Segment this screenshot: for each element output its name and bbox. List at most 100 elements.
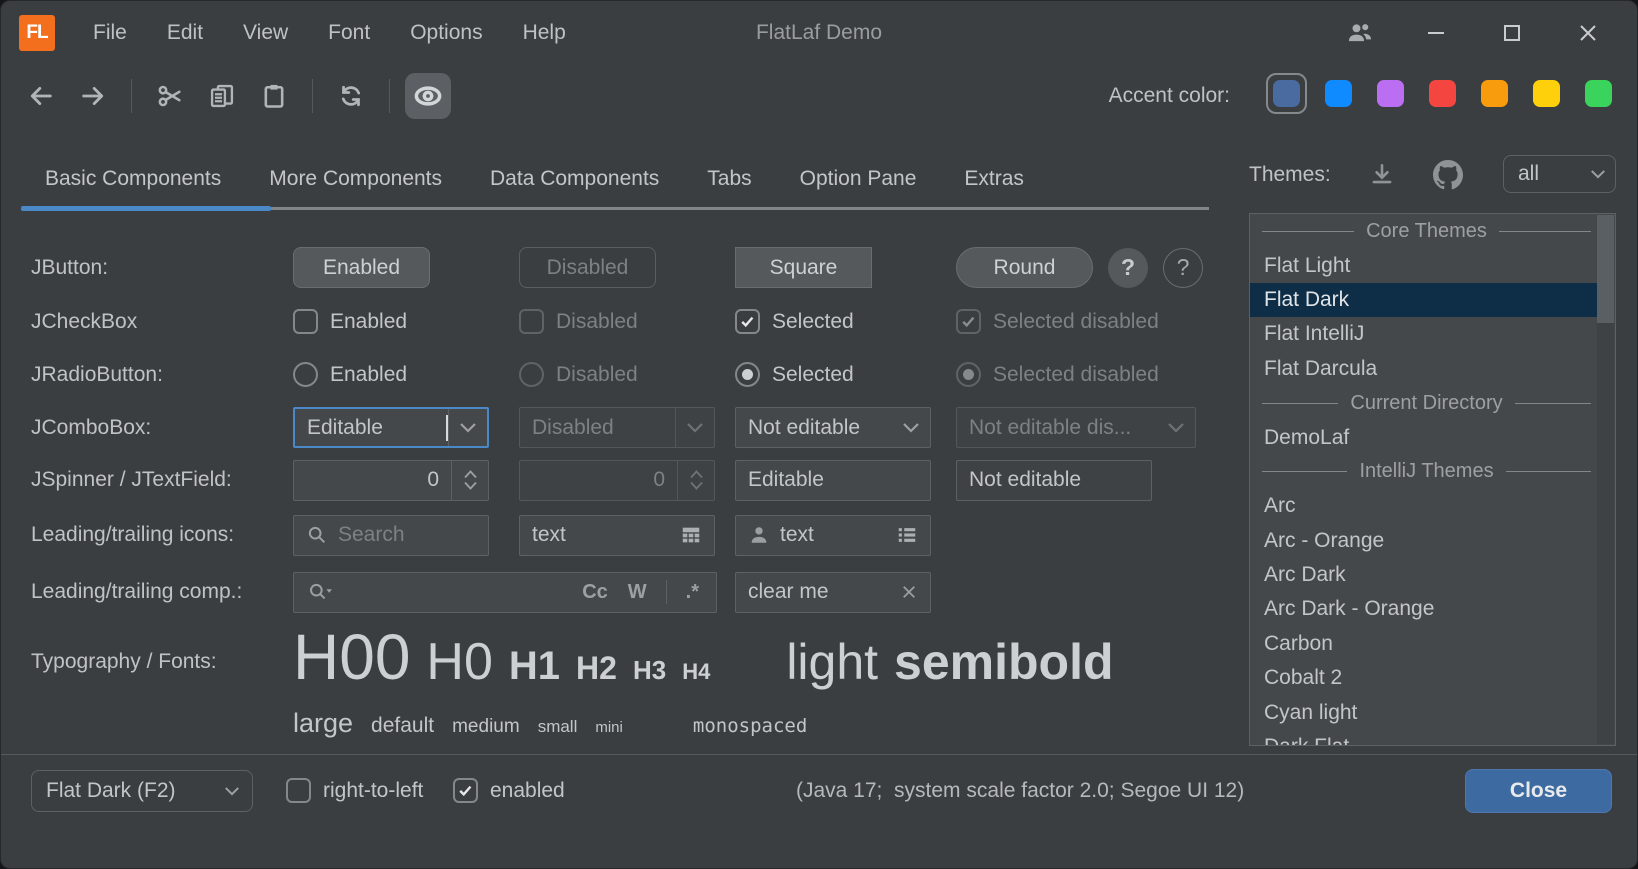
themes-scrollbar[interactable]	[1597, 215, 1614, 744]
download-icon[interactable]	[1369, 162, 1395, 188]
regex-button[interactable]: .*	[681, 581, 704, 604]
tab-option-pane[interactable]: Option Pane	[776, 151, 941, 207]
combobox-editable[interactable]: Editable	[293, 407, 489, 448]
copy-icon[interactable]	[199, 73, 245, 119]
radio-circle	[519, 362, 544, 387]
checkbox-box-checked[interactable]	[735, 309, 760, 334]
radio-selected[interactable]: Selected	[735, 362, 854, 387]
combobox-disabled: Disabled	[519, 407, 715, 448]
checkbox-enabled[interactable]: Enabled	[293, 309, 407, 334]
textfield-value[interactable]: text	[532, 523, 670, 547]
jcheckbox-label: JCheckBox	[31, 310, 293, 334]
theme-item-arc-dark[interactable]: Arc Dark	[1250, 558, 1597, 592]
themes-filter-combo[interactable]: all	[1503, 155, 1616, 193]
forward-arrow-icon[interactable]	[70, 73, 116, 119]
spinner-value[interactable]: 0	[294, 468, 451, 492]
text-field-with-person-icon[interactable]: text	[735, 515, 931, 556]
search-field-with-options[interactable]: Cc W .*	[293, 572, 717, 613]
chevron-down-icon[interactable]	[449, 422, 487, 433]
match-case-button[interactable]: Cc	[577, 581, 613, 604]
accent-swatch-7[interactable]	[1585, 80, 1612, 107]
theme-item-flat-light[interactable]: Flat Light	[1250, 248, 1597, 282]
eye-toggle-button[interactable]	[405, 73, 451, 119]
tab-basic-components[interactable]: Basic Components	[21, 151, 245, 207]
minimize-button[interactable]	[1413, 10, 1459, 56]
help-button-filled[interactable]: ?	[1108, 248, 1148, 288]
list-icon[interactable]	[896, 524, 918, 546]
search-menu-icon[interactable]	[306, 581, 334, 603]
users-icon[interactable]	[1337, 10, 1383, 56]
tab-more-components[interactable]: More Components	[245, 151, 466, 207]
menu-options[interactable]: Options	[390, 1, 502, 65]
accent-swatch-2[interactable]	[1325, 80, 1352, 107]
clearable-field[interactable]: clear me	[735, 572, 931, 613]
close-window-button[interactable]	[1565, 10, 1611, 56]
github-icon[interactable]	[1433, 160, 1463, 190]
accent-swatch-4[interactable]	[1429, 80, 1456, 107]
theme-item-flat-intellij[interactable]: Flat IntelliJ	[1250, 317, 1597, 351]
radio-circle[interactable]	[293, 362, 318, 387]
theme-item-arc-dark-orange[interactable]: Arc Dark - Orange	[1250, 592, 1597, 626]
right-to-left-checkbox[interactable]: right-to-left	[286, 778, 423, 803]
textfield-value[interactable]: text	[780, 523, 886, 547]
paste-icon[interactable]	[251, 73, 297, 119]
theme-item-dark-flat[interactable]: Dark Flat	[1250, 730, 1597, 746]
text-field-with-table-icon[interactable]: text	[519, 515, 715, 556]
chevron-down-icon	[212, 786, 252, 796]
accent-swatch-5[interactable]	[1481, 80, 1508, 107]
accent-swatch-6[interactable]	[1533, 80, 1560, 107]
spinner-arrows[interactable]	[452, 470, 488, 490]
themes-scrollbar-thumb[interactable]	[1597, 215, 1614, 323]
help-button-outlined[interactable]: ?	[1163, 248, 1203, 288]
tab-extras[interactable]: Extras	[940, 151, 1048, 207]
theme-item-cyan-light[interactable]: Cyan light	[1250, 695, 1597, 729]
spinner-enabled[interactable]: 0	[293, 460, 489, 501]
tab-tabs[interactable]: Tabs	[683, 151, 775, 207]
theme-item-arc-orange[interactable]: Arc - Orange	[1250, 524, 1597, 558]
maximize-button[interactable]	[1489, 10, 1535, 56]
themes-list[interactable]: Core ThemesFlat LightFlat DarkFlat Intel…	[1249, 213, 1616, 746]
tab-data-components[interactable]: Data Components	[466, 151, 683, 207]
checkbox-box[interactable]	[293, 309, 318, 334]
look-and-feel-combo[interactable]: Flat Dark (F2)	[31, 770, 253, 812]
accent-swatch-1[interactable]	[1273, 80, 1300, 107]
screen: FL FileEditViewFontOptionsHelp FlatLaf D…	[0, 0, 1638, 869]
enabled-button[interactable]: Enabled	[293, 247, 430, 288]
theme-item-flat-darcula[interactable]: Flat Darcula	[1250, 352, 1597, 386]
checkbox-box-checked[interactable]	[453, 778, 478, 803]
textfield-editable[interactable]: Editable	[735, 460, 931, 501]
whole-word-button[interactable]: W	[623, 581, 652, 604]
theme-item-flat-dark[interactable]: Flat Dark	[1250, 283, 1597, 317]
menu-edit[interactable]: Edit	[147, 1, 223, 65]
chevron-down-icon[interactable]	[892, 422, 930, 433]
theme-group-separator-intellij-themes: IntelliJ Themes	[1250, 455, 1597, 489]
textfield-value[interactable]: clear me	[748, 580, 890, 604]
close-button[interactable]: Close	[1465, 769, 1612, 813]
back-arrow-icon[interactable]	[18, 73, 64, 119]
menu-help[interactable]: Help	[503, 1, 586, 65]
search-field[interactable]: Search	[293, 515, 489, 556]
clear-x-icon[interactable]	[900, 583, 918, 601]
checkbox-box-checked	[956, 309, 981, 334]
theme-item-arc[interactable]: Arc	[1250, 489, 1597, 523]
cut-icon[interactable]	[147, 73, 193, 119]
radio-enabled[interactable]: Enabled	[293, 362, 407, 387]
combobox-not-editable[interactable]: Not editable	[735, 407, 931, 448]
refresh-icon[interactable]	[328, 73, 374, 119]
radio-circle-selected[interactable]	[735, 362, 760, 387]
square-button[interactable]: Square	[735, 247, 872, 288]
checkbox-box[interactable]	[286, 778, 311, 803]
theme-item-demolaf[interactable]: DemoLaf	[1250, 420, 1597, 454]
accent-swatch-3[interactable]	[1377, 80, 1404, 107]
table-icon[interactable]	[680, 524, 702, 546]
theme-item-carbon[interactable]: Carbon	[1250, 627, 1597, 661]
checkbox-selected[interactable]: Selected	[735, 309, 854, 334]
enabled-checkbox[interactable]: enabled	[453, 778, 565, 803]
menu-file[interactable]: File	[73, 1, 147, 65]
menu-font[interactable]: Font	[308, 1, 390, 65]
search-placeholder[interactable]: Search	[338, 523, 476, 547]
theme-item-cobalt-2[interactable]: Cobalt 2	[1250, 661, 1597, 695]
round-button[interactable]: Round	[956, 247, 1093, 288]
menu-view[interactable]: View	[223, 1, 308, 65]
textfield-value[interactable]: Editable	[748, 468, 918, 492]
